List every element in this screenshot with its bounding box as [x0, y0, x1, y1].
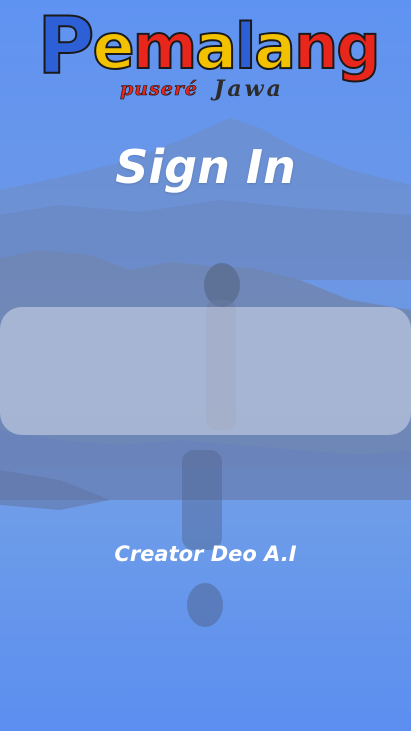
- logo-letter: l: [234, 10, 257, 83]
- logo-letter: e: [91, 10, 135, 83]
- logo-letter: n: [293, 10, 339, 83]
- logo-tagline: puseré Jawa: [120, 76, 400, 102]
- logo-tagline-right: Jawa: [213, 76, 284, 102]
- page-title: Sign In: [115, 140, 296, 194]
- sign-in-form-card: [0, 307, 411, 435]
- logo-letter: a: [194, 10, 238, 83]
- logo-letter: m: [132, 10, 199, 83]
- logo-letter: P: [36, 2, 95, 92]
- logo-letter: a: [253, 10, 297, 83]
- pemalang-logo: P e m a l a n g puseré Jawa: [32, 4, 384, 104]
- logo-wordmark: P e m a l a n g: [32, 2, 384, 92]
- logo-letter: g: [335, 10, 381, 83]
- logo-tagline-left: puseré: [120, 78, 198, 101]
- creator-credit: Creator Deo A.I: [114, 542, 297, 566]
